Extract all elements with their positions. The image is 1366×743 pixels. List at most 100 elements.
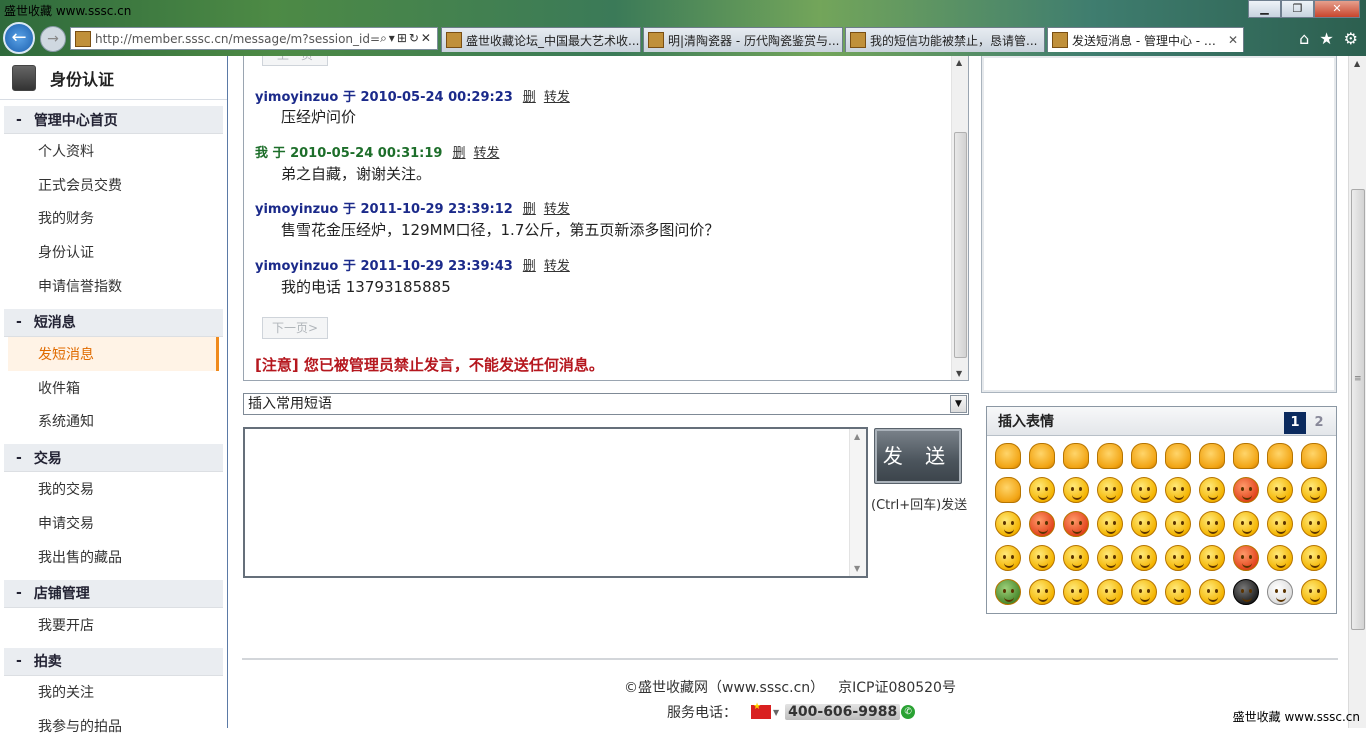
emoticon-ok-hand-icon[interactable]	[991, 473, 1025, 507]
emoticon-puzzled-icon[interactable]	[1161, 541, 1195, 575]
emoticon-love-eyes-icon[interactable]	[1093, 473, 1127, 507]
sidebar-item-inbox[interactable]: 收件箱	[0, 371, 227, 405]
settings-gear-icon[interactable]: ⚙	[1344, 29, 1358, 48]
forward-link[interactable]: 转发	[473, 146, 499, 161]
emoticon-hand-icon[interactable]	[1127, 439, 1161, 473]
section-shop[interactable]: -店铺管理	[4, 580, 223, 608]
address-bar[interactable]: http://member.sssc.cn/message/m?session_…	[70, 27, 438, 50]
tab-4-active[interactable]: 发送短消息 - 管理中心 - 盛...✕	[1047, 27, 1244, 52]
delete-link[interactable]: 删	[523, 202, 536, 217]
emoticon-page-1[interactable]: 1	[1284, 412, 1306, 434]
scroll-thumb[interactable]	[954, 132, 967, 358]
scroll-down-arrow-icon[interactable]: ▼	[956, 369, 962, 378]
sidebar-item-identity[interactable]: 身份认证	[0, 235, 227, 269]
emoticon-smile-icon[interactable]	[1025, 473, 1059, 507]
insert-phrase-select[interactable]: 插入常用短语 ▼	[243, 393, 969, 415]
emoticon-sleepy-icon[interactable]	[1297, 473, 1331, 507]
scroll-up-arrow-icon[interactable]: ▲	[1354, 59, 1360, 68]
section-admin-home[interactable]: -管理中心首页	[4, 106, 223, 134]
emoticon-awkward-icon[interactable]	[1195, 541, 1229, 575]
emoticon-headband-icon[interactable]	[1025, 575, 1059, 609]
emoticon-stare-icon[interactable]	[1161, 575, 1195, 609]
page-scroll-thumb[interactable]	[1351, 189, 1365, 630]
emoticon-fist-icon[interactable]	[1195, 439, 1229, 473]
dropdown-arrow-icon[interactable]: ▼	[773, 708, 779, 717]
section-messages[interactable]: -短消息	[4, 309, 223, 337]
emoticon-grimace-icon[interactable]	[1195, 575, 1229, 609]
section-trade[interactable]: -交易	[4, 444, 223, 472]
emoticon-blush-icon[interactable]	[991, 541, 1025, 575]
emoticon-furious-icon[interactable]	[1059, 507, 1093, 541]
emoticon-hmph-icon[interactable]	[1297, 507, 1331, 541]
emoticon-shy-icon[interactable]	[1059, 473, 1093, 507]
emoticon-thumbs-down-icon[interactable]	[1025, 439, 1059, 473]
back-button[interactable]: ←	[3, 22, 35, 54]
emoticon-scared-icon[interactable]	[1263, 507, 1297, 541]
emoticon-victory-icon[interactable]	[1093, 439, 1127, 473]
sidebar-item-membership-fee[interactable]: 正式会员交费	[0, 168, 227, 202]
emoticon-cry-icon[interactable]	[1195, 473, 1229, 507]
forward-link[interactable]: 转发	[544, 90, 570, 105]
emoticon-hand-icon[interactable]	[1161, 439, 1195, 473]
dropdown-arrow-icon[interactable]: ▼	[950, 395, 967, 413]
emoticon-smile-icon[interactable]	[1059, 541, 1093, 575]
emoticon-point-icon[interactable]	[1297, 439, 1331, 473]
scroll-up-arrow-icon[interactable]: ▲	[854, 432, 860, 441]
emoticon-surprised-icon[interactable]	[1161, 507, 1195, 541]
scroll-up-arrow-icon[interactable]: ▲	[956, 58, 962, 67]
forward-button[interactable]: →	[40, 26, 66, 52]
emoticon-turtle-icon[interactable]	[991, 575, 1025, 609]
emoticon-owl-icon[interactable]	[1229, 575, 1263, 609]
emoticon-dizzy-icon[interactable]	[1093, 575, 1127, 609]
maximize-button[interactable]: ❐	[1281, 0, 1314, 18]
emoticon-smirk-icon[interactable]	[1263, 541, 1297, 575]
textarea-scrollbar[interactable]: ▲ ▼	[849, 429, 866, 576]
tab-1[interactable]: 盛世收藏论坛_中国最大艺术收...	[441, 27, 641, 52]
emoticon-think-icon[interactable]	[1025, 541, 1059, 575]
close-tab-icon[interactable]: ✕	[1223, 33, 1243, 47]
sidebar-item-apply-trade[interactable]: 申请交易	[0, 506, 227, 540]
sidebar-item-my-sales[interactable]: 我出售的藏品	[0, 540, 227, 574]
emoticon-hammer-icon[interactable]	[1297, 575, 1331, 609]
emoticon-grin-icon[interactable]	[1127, 507, 1161, 541]
emoticon-skull-icon[interactable]	[1263, 575, 1297, 609]
tab-3[interactable]: 我的短信功能被禁止，恳请管...	[845, 27, 1045, 52]
emoticon-cool-icon[interactable]	[1161, 473, 1195, 507]
emoticon-handshake-icon[interactable]	[1059, 439, 1093, 473]
sidebar-item-send-message[interactable]: 发短消息	[8, 337, 219, 371]
sidebar-item-system-notice[interactable]: 系统通知	[0, 405, 227, 439]
sidebar-item-open-shop[interactable]: 我要开店	[0, 608, 227, 642]
home-icon[interactable]: ⌂	[1299, 29, 1309, 48]
sidebar-item-finance[interactable]: 我的财务	[0, 202, 227, 236]
emoticon-rage-icon[interactable]	[1229, 541, 1263, 575]
minimize-button[interactable]: ▁	[1248, 0, 1281, 18]
emoticon-smile-icon[interactable]	[1229, 473, 1263, 507]
emoticon-confused-icon[interactable]	[1127, 541, 1161, 575]
phone-call-icon[interactable]: ✆	[901, 705, 915, 719]
message-thread[interactable]: 上一页 yimoyinzuo 于 2010-05-24 00:29:23删转发 …	[243, 56, 969, 381]
emoticon-rock-icon[interactable]	[1263, 439, 1297, 473]
forward-link[interactable]: 转发	[544, 259, 570, 274]
emoticon-shock-icon[interactable]	[1093, 541, 1127, 575]
forward-link[interactable]: 转发	[544, 202, 570, 217]
emoticon-drool-icon[interactable]	[1059, 575, 1093, 609]
delete-link[interactable]: 删	[523, 90, 536, 105]
sidebar-item-my-trades[interactable]: 我的交易	[0, 472, 227, 506]
send-button[interactable]: 发 送	[874, 428, 962, 484]
emoticon-shades-icon[interactable]	[1229, 507, 1263, 541]
emoticon-tongue-icon[interactable]	[1093, 507, 1127, 541]
china-flag-icon[interactable]	[751, 705, 771, 719]
emoticon-hush-icon[interactable]	[1127, 575, 1161, 609]
emoticon-dizzy-icon[interactable]	[1127, 473, 1161, 507]
delete-link[interactable]: 删	[523, 259, 536, 274]
emoticon-hand-icon[interactable]	[1229, 439, 1263, 473]
thread-scrollbar[interactable]: ▲ ▼	[951, 56, 968, 380]
sidebar-item-credit[interactable]: 申请信誉指数	[0, 269, 227, 303]
emoticon-page-2[interactable]: 2	[1310, 412, 1328, 434]
close-window-button[interactable]: ✕	[1314, 0, 1360, 18]
tab-2[interactable]: 明|清陶瓷器 - 历代陶瓷鉴赏与...	[643, 27, 843, 52]
page-scrollbar[interactable]: ▲ ≡	[1348, 56, 1366, 728]
scroll-down-arrow-icon[interactable]: ▼	[854, 564, 860, 573]
address-tools-icon[interactable]: ⌕▾⊞↻✕	[380, 31, 437, 46]
emoticon-sad-icon[interactable]	[1195, 507, 1229, 541]
